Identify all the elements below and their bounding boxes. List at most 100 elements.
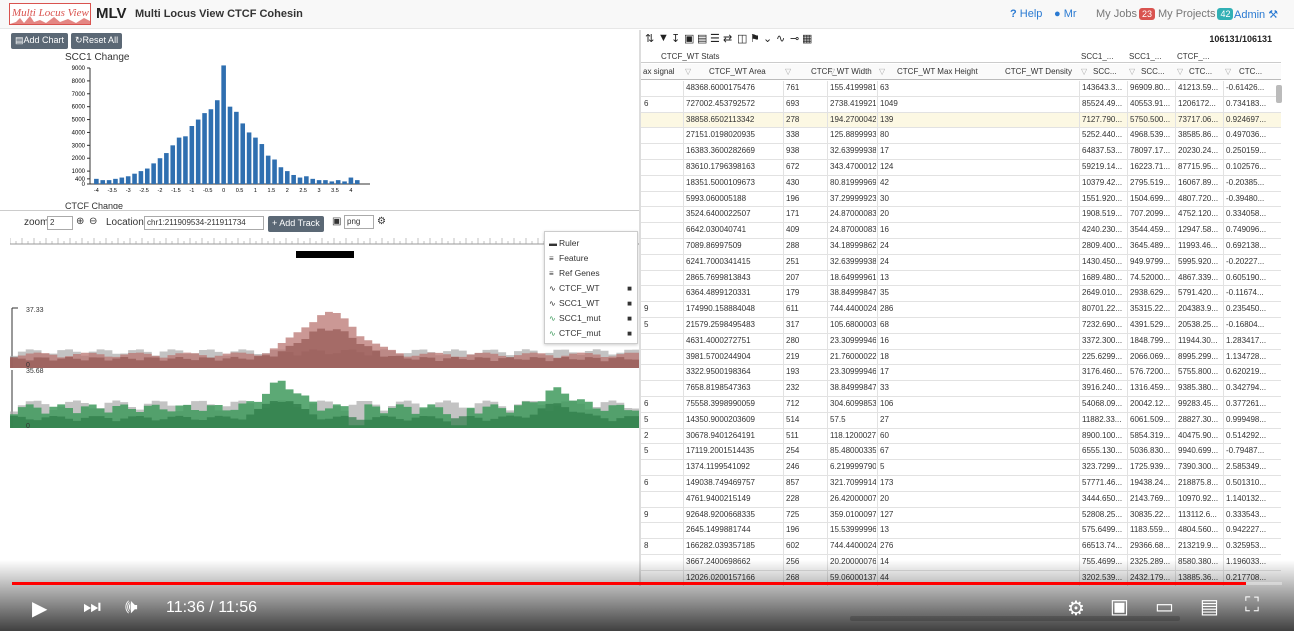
column-header[interactable]: CTCF_WT Max Height bbox=[897, 67, 978, 76]
histogram-bar[interactable] bbox=[265, 155, 271, 184]
histogram-bar[interactable] bbox=[100, 180, 106, 184]
camera-icon[interactable]: ▣ bbox=[332, 216, 341, 227]
miniplayer-icon[interactable]: ▣ bbox=[1110, 594, 1129, 619]
location-input[interactable]: chr1:211909534-211911734 bbox=[144, 216, 264, 230]
table-row[interactable]: 2 30678.9401264191 511 118.1200027466 60 8900… bbox=[641, 428, 1281, 445]
mlv-logo[interactable]: Multi Locus View bbox=[9, 3, 91, 25]
histogram-bar[interactable] bbox=[151, 163, 156, 184]
histogram-bar[interactable] bbox=[164, 153, 169, 184]
menu-item-ruler[interactable]: ▬ Ruler bbox=[549, 238, 579, 248]
histogram-bar[interactable] bbox=[94, 178, 99, 184]
trash-icon[interactable]: ■ bbox=[627, 314, 632, 323]
table-row[interactable]: 48368.6000175476 761 155.4199981689 63 14364… bbox=[641, 81, 1281, 97]
table-row[interactable]: 38858.6502113342 278 194.2700042725 139 7127… bbox=[641, 112, 1281, 129]
column-header[interactable]: CTC... bbox=[1189, 67, 1212, 76]
group-scc1-b[interactable]: SCC1_... bbox=[1129, 52, 1173, 61]
table-row[interactable]: 3524.6400022507 171 24.8700008392 20 1908.51… bbox=[641, 207, 1281, 224]
histogram-bar[interactable] bbox=[316, 180, 322, 184]
my-projects-link[interactable]: My Projects 42 bbox=[1158, 8, 1234, 20]
table-row[interactable]: 4761.9400215149 228 26.4200000763 20 3444.65… bbox=[641, 491, 1281, 508]
table-row[interactable]: 8 166282.039357185 602 744.4400024414 276 665… bbox=[641, 539, 1281, 555]
histogram-bar[interactable] bbox=[113, 178, 118, 184]
histogram-bar[interactable] bbox=[202, 113, 207, 184]
menu-item-scc1-wt[interactable]: ∿ SCC1_WT bbox=[549, 298, 600, 308]
menu-item-ctcf-mut[interactable]: ∿ CTCF_mut bbox=[549, 328, 601, 338]
table-row[interactable]: 1374.1199541092 246 6.2199997902 5 323.7299.… bbox=[641, 460, 1281, 476]
histogram-bar[interactable] bbox=[323, 180, 328, 184]
histogram-bar[interactable] bbox=[253, 137, 258, 184]
table-row[interactable]: 27151.0198020935 338 125.8899993896 80 5252.… bbox=[641, 128, 1281, 145]
image-icon[interactable]: ▦ bbox=[802, 32, 812, 45]
video-progress-bar[interactable] bbox=[12, 582, 1282, 585]
histogram-bar[interactable] bbox=[214, 100, 220, 184]
table-row[interactable]: 18351.5000109673 430 80.8199996948 42 10379.… bbox=[641, 175, 1281, 192]
column-header[interactable]: SCC... bbox=[1093, 67, 1117, 76]
histogram-bar[interactable] bbox=[246, 132, 252, 184]
column-filter-icon[interactable]: ▽ bbox=[785, 67, 791, 76]
table-row[interactable]: 5 17119.2001514435 254 85.4800033569 67 6555.… bbox=[641, 444, 1281, 461]
histogram-bar[interactable] bbox=[170, 145, 176, 184]
histogram-bar[interactable] bbox=[342, 181, 347, 184]
tag-icon[interactable]: ⚑ bbox=[750, 32, 760, 45]
table-row[interactable]: 5 21579.2598495483 317 105.6800003052 68 7232… bbox=[641, 318, 1281, 334]
column-filter-icon[interactable]: ▽ bbox=[879, 67, 885, 76]
trash-icon[interactable]: ■ bbox=[627, 329, 632, 338]
list-icon[interactable]: ☰ bbox=[710, 32, 720, 45]
histogram-bar[interactable] bbox=[157, 158, 163, 184]
group-scc1-a[interactable]: SCC1_... bbox=[1081, 52, 1125, 61]
trash-icon[interactable]: ■ bbox=[627, 299, 632, 308]
gear-icon[interactable]: ⚙ bbox=[377, 216, 386, 227]
column-header[interactable]: CTCF_WT Density bbox=[1005, 67, 1072, 76]
table-row[interactable]: 7089.86997509 288 34.1899986267 24 2809.400.… bbox=[641, 239, 1281, 255]
column-header[interactable]: CTC... bbox=[1239, 67, 1262, 76]
columns-icon[interactable]: ◫ bbox=[737, 32, 747, 45]
table-row[interactable]: 4631.4000272751 280 23.3099994659 16 3372.30… bbox=[641, 333, 1281, 350]
histogram-bar[interactable] bbox=[310, 178, 316, 184]
column-filter-icon[interactable]: ▽ bbox=[1129, 67, 1135, 76]
group-ctcf[interactable]: CTCF_... bbox=[1177, 52, 1221, 61]
table-row[interactable]: 5 14350.9000203609 514 57.5 27 11882.33... 606… bbox=[641, 412, 1281, 429]
vertical-scrollbar[interactable] bbox=[1276, 85, 1282, 103]
table-row[interactable]: 2865.7699813843 207 18.6499996185 13 1689.48… bbox=[641, 270, 1281, 287]
table-row[interactable]: 3981.5700244904 219 21.7600002289 18 225.629… bbox=[641, 349, 1281, 366]
histogram-bar[interactable] bbox=[348, 177, 354, 184]
histogram-bar[interactable] bbox=[272, 159, 277, 184]
table-row[interactable]: 6 149038.749469757 857 321.7099914551 173 577… bbox=[641, 476, 1281, 492]
histogram-bar[interactable] bbox=[259, 144, 265, 184]
table-row[interactable]: 6 75558.3998990059 712 304.6099853516 106 540… bbox=[641, 397, 1281, 413]
column-header[interactable]: ax signal bbox=[643, 67, 675, 76]
play-icon[interactable]: ▶ bbox=[32, 596, 47, 621]
histogram-bar[interactable] bbox=[144, 168, 150, 184]
histogram-bar[interactable] bbox=[106, 180, 112, 184]
table-row[interactable]: 9 174990.158884048 611 744.4400024414 286 807… bbox=[641, 302, 1281, 318]
histogram-bar[interactable] bbox=[189, 126, 195, 184]
column-filter-icon[interactable]: ▽ bbox=[829, 67, 835, 76]
brand[interactable]: MLV bbox=[96, 5, 127, 22]
add-chart-button[interactable]: ▤Add Chart bbox=[11, 33, 69, 49]
menu-item-scc1-mut[interactable]: ∿ SCC1_mut bbox=[549, 313, 601, 323]
help-link[interactable]: ? Help bbox=[1010, 8, 1042, 20]
histogram-bar[interactable] bbox=[297, 177, 303, 184]
admin-link[interactable]: Admin ⚒ bbox=[1234, 8, 1278, 21]
menu-item-ref-genes[interactable]: ≡ Ref Genes bbox=[549, 268, 600, 278]
column-filter-icon[interactable]: ▽ bbox=[1177, 67, 1183, 76]
histogram-chart[interactable]: 0400100020003000400050006000700080009000… bbox=[0, 62, 390, 200]
table-row[interactable]: 9 92648.9200668335 725 359.0100097656 127 528… bbox=[641, 507, 1281, 524]
shuffle-icon[interactable]: ⊸ bbox=[790, 32, 799, 45]
column-filter-icon[interactable]: ▽ bbox=[685, 67, 691, 76]
copy-icon[interactable]: ▤ bbox=[697, 32, 707, 45]
column-header[interactable]: CTCF_WT Width bbox=[811, 67, 872, 76]
volume-icon[interactable]: 🕪 bbox=[125, 596, 138, 619]
chevron-down-icon[interactable]: ⌄ bbox=[763, 32, 772, 45]
table-row[interactable]: 6642.030040741 409 24.8700008392 16 4240.230… bbox=[641, 223, 1281, 239]
sort-icon[interactable]: ⇅ bbox=[645, 32, 654, 45]
histogram-bar[interactable] bbox=[335, 180, 341, 184]
table-row[interactable]: 6241.7000341415 251 32.6399993896 24 1430.45… bbox=[641, 254, 1281, 271]
feature-block[interactable] bbox=[296, 251, 354, 258]
column-filter-icon[interactable]: ▽ bbox=[1225, 67, 1231, 76]
histogram-bar[interactable] bbox=[132, 173, 137, 184]
table-row[interactable]: 6364.4899120331 179 38.8499984741 35 2649.01… bbox=[641, 286, 1281, 303]
cast-icon[interactable]: ▤ bbox=[1200, 594, 1219, 619]
table-row[interactable]: 7658.8198547363 232 38.8499984741 33 3916.24… bbox=[641, 381, 1281, 397]
zoom-in-icon[interactable]: ⊕ bbox=[76, 216, 84, 227]
